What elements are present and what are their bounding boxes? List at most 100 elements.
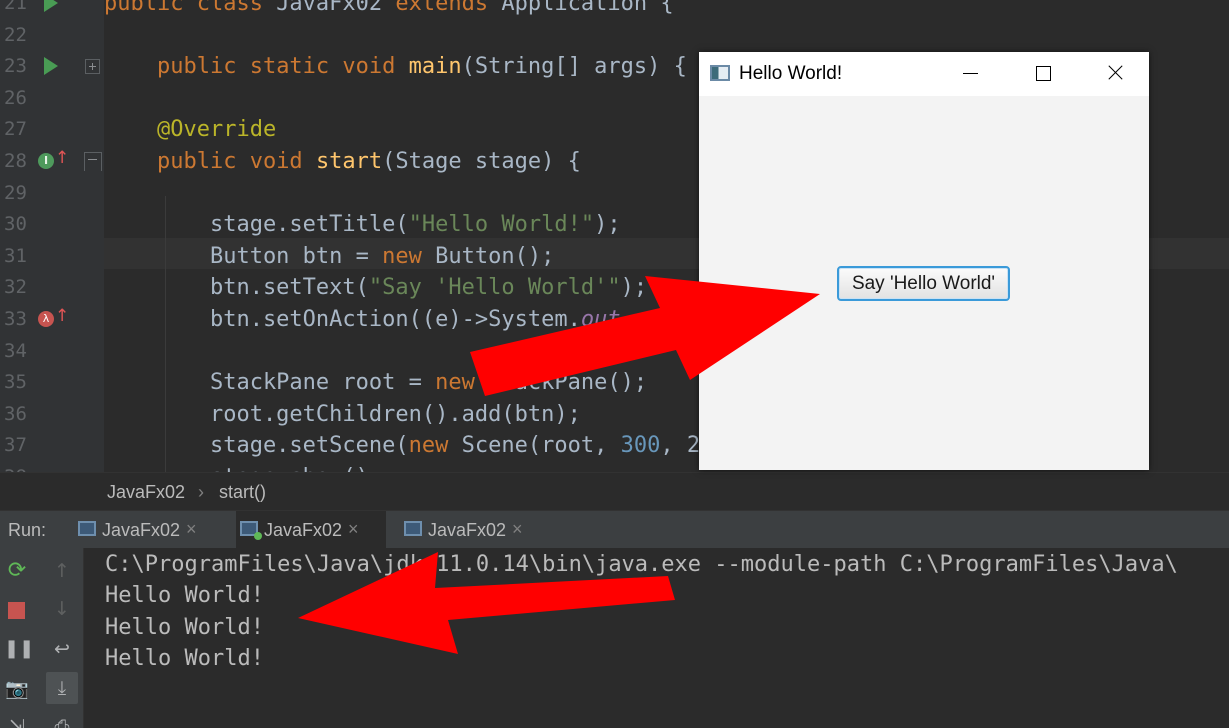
line-number: 30 — [4, 213, 27, 235]
minimize-icon[interactable] — [935, 52, 1005, 96]
gutter-line: 37 — [0, 430, 104, 461]
line-number: 31 — [4, 245, 27, 267]
arrow-up-icon[interactable]: ↑ — [49, 558, 75, 584]
lambda-icon[interactable]: λ — [38, 311, 54, 327]
exit-icon[interactable]: ⇲ — [4, 714, 30, 728]
code-token: 300 — [620, 433, 661, 458]
code-line[interactable]: public void start(Stage stage) { — [104, 146, 581, 177]
line-number: 38 — [4, 465, 27, 472]
run-tab-2[interactable]: JavaFx02 × — [236, 511, 386, 549]
fold-expand-icon[interactable] — [85, 59, 100, 74]
code-line[interactable]: StackPane root = new StackPane(); — [104, 367, 647, 398]
breadcrumb-method[interactable]: start() — [219, 482, 266, 503]
code-token: public void — [156, 149, 316, 174]
run-panel-title: Run: — [8, 520, 47, 540]
code-token: Button btn = — [104, 244, 383, 269]
code-line[interactable]: public class JavaFx02 extends Applicatio… — [104, 0, 674, 19]
code-line[interactable]: btn.setOnAction((e)->System.out.println( — [104, 304, 740, 335]
breadcrumb-class[interactable]: JavaFx02 — [107, 482, 185, 503]
gutter-line: 33 λ ↑ — [0, 304, 104, 335]
console-output[interactable]: C:\ProgramFiles\Java\jdk-11.0.14\bin\jav… — [85, 548, 1229, 728]
code-line[interactable]: stage.setScene(new Scene(root, 300, 250)… — [104, 430, 766, 461]
code-token: new — [435, 370, 489, 395]
print-icon[interactable]: ⎙ — [49, 714, 75, 728]
code-token: btn.setText( — [104, 275, 369, 300]
line-number: 22 — [4, 24, 27, 46]
gutter-line: 23 — [0, 51, 104, 82]
code-token: btn.setOnAction((e)->System. — [104, 307, 581, 332]
code-line[interactable]: Button btn = new Button(); — [104, 241, 554, 272]
code-token: extends — [395, 0, 502, 16]
stop-icon[interactable] — [8, 602, 25, 619]
line-number: 23 — [4, 55, 27, 77]
code-token: JavaFx02 — [276, 0, 396, 16]
implements-icon[interactable]: I — [38, 153, 54, 169]
gutter-line: 36 — [0, 399, 104, 430]
code-token: StackPane root = — [104, 370, 436, 395]
maximize-icon[interactable] — [1008, 52, 1078, 96]
scroll-to-end-icon[interactable]: ⤓ — [46, 672, 78, 704]
application-running-icon — [240, 521, 262, 540]
run-tab-3[interactable]: JavaFx02 × — [400, 511, 550, 549]
code-token: main — [408, 54, 462, 79]
code-line[interactable]: stage.setTitle("Hello World!"); — [104, 209, 634, 240]
gutter-line: 21 — [0, 0, 104, 19]
code-line[interactable]: public static void main(String[] args) { — [104, 51, 687, 82]
application-icon — [404, 521, 422, 536]
code-token: "Say 'Hello World'" — [368, 275, 621, 300]
fold-collapse-icon[interactable] — [84, 152, 102, 171]
say-hello-button[interactable]: Say 'Hello World' — [837, 266, 1010, 301]
code-token: ); — [620, 275, 661, 300]
soft-wrap-icon[interactable]: ↩ — [49, 636, 75, 662]
code-line[interactable]: stage.show(); — [104, 462, 382, 472]
code-token: stage.show(); — [104, 465, 382, 472]
code-token: stage.setTitle( — [104, 212, 409, 237]
rerun-icon[interactable]: ⟳ — [4, 558, 30, 584]
console-output-line: Hello World! — [105, 646, 264, 671]
code-token: public static void — [156, 54, 409, 79]
run-gutter-icon[interactable] — [44, 0, 58, 12]
code-token: root.getChildren().add(btn); — [104, 402, 581, 427]
code-token: stage.setScene( — [104, 433, 409, 458]
close-icon[interactable]: × — [512, 519, 523, 540]
line-number: 27 — [4, 118, 27, 140]
line-number: 32 — [4, 276, 27, 298]
code-token: Application { — [501, 0, 674, 16]
gutter-line: 38 — [0, 462, 104, 472]
code-line[interactable]: @Override — [104, 114, 276, 145]
breadcrumb-separator: › — [198, 482, 204, 502]
gutter-line: 27 — [0, 114, 104, 145]
java-app-icon — [710, 65, 730, 81]
code-token: out — [580, 307, 621, 332]
override-up-icon[interactable]: ↑ — [55, 148, 69, 168]
close-icon[interactable]: × — [348, 519, 359, 540]
close-icon[interactable]: × — [186, 519, 197, 540]
code-line[interactable]: btn.setText("Say 'Hello World'"); — [104, 272, 660, 303]
line-number: 36 — [4, 403, 27, 425]
code-line[interactable]: root.getChildren().add(btn); — [104, 399, 581, 430]
code-token: new — [408, 433, 462, 458]
run-tab-label: JavaFx02 — [102, 520, 181, 540]
line-number: 37 — [4, 434, 27, 456]
code-token: (Stage stage) { — [382, 149, 581, 174]
line-number: 33 — [4, 308, 27, 330]
close-icon[interactable] — [1079, 52, 1149, 96]
line-number: 35 — [4, 371, 27, 393]
pause-icon[interactable]: ❚❚ — [4, 636, 34, 662]
gutter-line: 32 — [0, 272, 104, 303]
camera-icon[interactable]: 📷 — [4, 676, 30, 702]
console-command-line: C:\ProgramFiles\Java\jdk-11.0.14\bin\jav… — [105, 552, 1178, 577]
window-titlebar[interactable]: Hello World! — [699, 52, 1149, 96]
console-output-line: Hello World! — [105, 583, 264, 608]
override-up-icon[interactable]: ↑ — [55, 306, 69, 326]
gutter-line: 29 — [0, 178, 104, 209]
run-toolbar: ⟳ ❚❚ 📷 ⇲ ↑ ↓ ↩ ⤓ ⎙ — [0, 548, 84, 728]
run-tab-1[interactable]: JavaFx02 × — [74, 511, 224, 549]
code-token: "Hello World!" — [408, 212, 595, 237]
javafx-window[interactable]: Hello World! Say 'Hello World' — [699, 52, 1149, 470]
code-token: new — [382, 244, 436, 269]
run-gutter-icon[interactable] — [44, 57, 58, 75]
arrow-down-icon[interactable]: ↓ — [49, 596, 75, 622]
